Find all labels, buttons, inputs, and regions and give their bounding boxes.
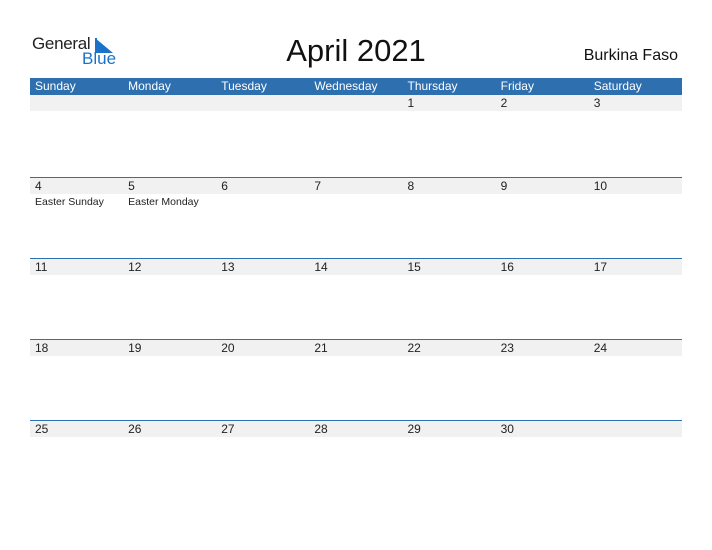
week-row: 11 12 13 14 15 16 17 (30, 258, 682, 339)
weekday-monday: Monday (128, 79, 171, 93)
day-number: 13 (221, 260, 235, 274)
weekday-friday: Friday (500, 79, 534, 93)
day-number: 12 (128, 260, 142, 274)
day-number: 6 (221, 179, 228, 193)
country-label: Burkina Faso (583, 47, 678, 64)
weekday-saturday: Saturday (593, 79, 642, 93)
day-number: 25 (35, 422, 49, 436)
day-number: 17 (593, 260, 608, 274)
day-number: 23 (500, 341, 514, 355)
holiday-label (589, 194, 682, 210)
weekday-wednesday: Wednesday (314, 79, 378, 93)
day-number: 1 (407, 96, 415, 110)
calendar-grid: Sunday Monday Tuesday Wednesday Thursday… (30, 78, 682, 501)
day-number: 29 (407, 422, 421, 436)
holiday-label: Easter Monday (128, 196, 199, 208)
weekday-thursday: Thursday (407, 79, 458, 93)
weekday-sunday: Sunday (35, 79, 76, 93)
day-number: 27 (221, 422, 235, 436)
day-number: 9 (500, 179, 508, 193)
day-number: 18 (35, 341, 49, 355)
weekday-header: Sunday Monday Tuesday Wednesday Thursday… (30, 78, 682, 95)
weekday-tuesday: Tuesday (221, 79, 267, 93)
day-number: 16 (500, 260, 514, 274)
day-number: 10 (593, 179, 608, 193)
week-row: 18 19 20 21 22 23 24 (30, 339, 682, 420)
day-number (30, 95, 123, 111)
day-number-strip: 18 19 20 21 22 23 24 (30, 340, 682, 356)
holiday-label (403, 194, 496, 210)
holiday-label (496, 194, 589, 210)
day-number: 30 (500, 422, 514, 436)
day-number: 7 (314, 179, 322, 193)
week-row: 1 2 3 (30, 95, 682, 177)
day-number: 21 (314, 341, 328, 355)
day-number: 14 (314, 260, 328, 274)
day-number: 3 (593, 96, 601, 110)
holiday-label (309, 194, 402, 210)
day-number (589, 421, 682, 437)
day-number (123, 95, 216, 111)
day-number: 20 (221, 341, 235, 355)
events-strip: Easter Sunday Easter Monday (30, 194, 682, 210)
day-number-strip: 1 2 3 (30, 95, 682, 111)
day-number: 26 (128, 422, 142, 436)
week-row: 4 5 6 7 8 9 10 Easter Sunday Easter Monday (30, 177, 682, 258)
day-number-strip: 25 26 27 28 29 30 (30, 421, 682, 437)
day-number (216, 95, 309, 111)
day-number: 11 (35, 260, 48, 274)
day-number: 24 (593, 341, 608, 355)
day-number: 4 (35, 179, 42, 193)
day-number: 22 (407, 341, 421, 355)
day-number: 19 (128, 341, 142, 355)
day-number (309, 95, 402, 111)
day-number: 5 (128, 179, 135, 193)
day-number: 15 (407, 260, 421, 274)
week-row: 25 26 27 28 29 30 (30, 420, 682, 501)
day-number: 2 (500, 96, 508, 110)
holiday-label (216, 194, 309, 210)
day-number: 28 (314, 422, 328, 436)
day-number-strip: 11 12 13 14 15 16 17 (30, 259, 682, 275)
day-number-strip: 4 5 6 7 8 9 10 (30, 178, 682, 194)
holiday-label: Easter Sunday (35, 196, 104, 208)
day-number: 8 (407, 179, 415, 193)
